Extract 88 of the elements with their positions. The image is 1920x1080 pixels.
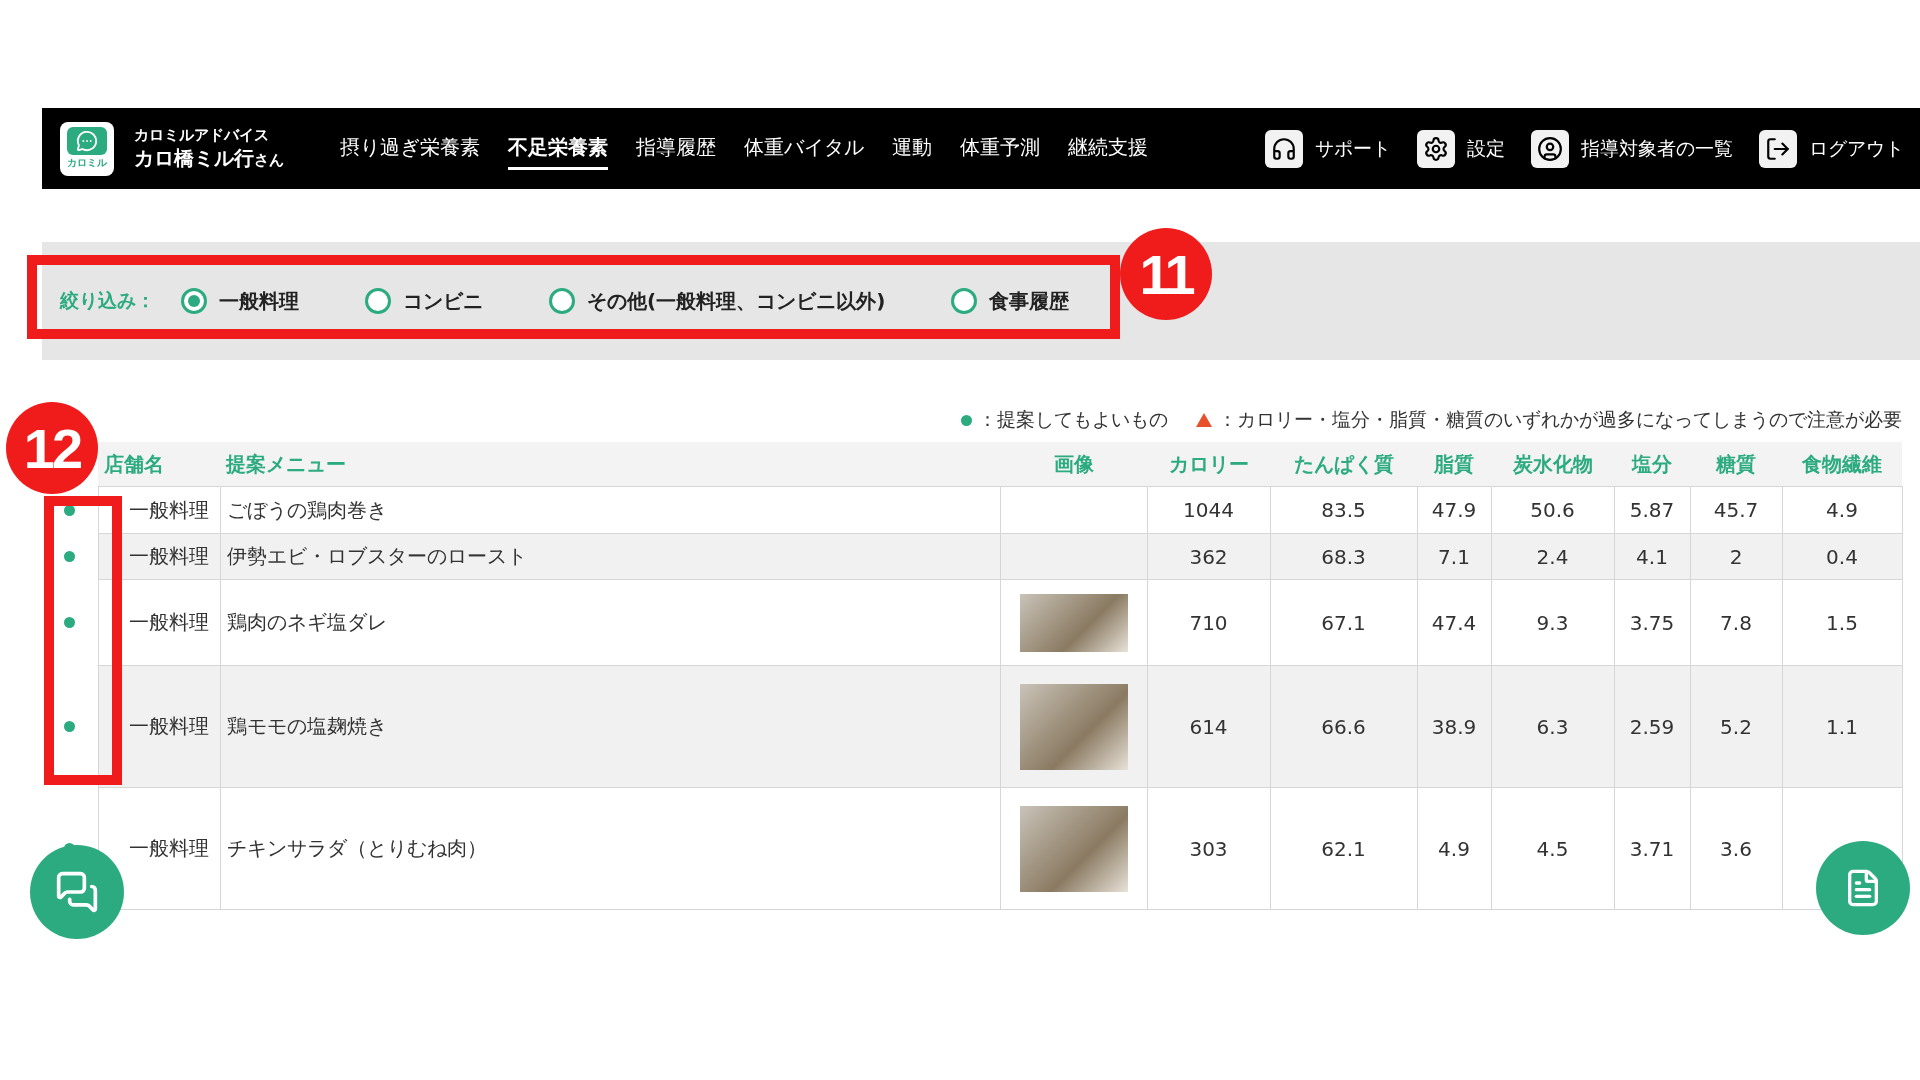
- user-name: カロ橋ミル行: [134, 144, 254, 172]
- radio-button[interactable]: [549, 288, 575, 314]
- table-cell: 710: [1147, 579, 1270, 666]
- table-cell: 一般料理: [98, 665, 220, 788]
- header-link[interactable]: 設定: [1417, 129, 1505, 168]
- table-cell: 一般料理: [98, 486, 220, 534]
- table-cell: 4.1: [1614, 533, 1690, 580]
- nav-tab[interactable]: 継続支援: [1068, 127, 1148, 170]
- step-number: 12: [6, 402, 98, 494]
- table-cell: 1.5: [1782, 579, 1902, 666]
- radio-label[interactable]: 食事履歴: [989, 287, 1070, 315]
- nav-tab[interactable]: 運動: [892, 127, 932, 170]
- column-header: 糖質: [1690, 442, 1782, 487]
- table-cell: 3.71: [1614, 787, 1690, 910]
- suggested-dot-icon: [961, 414, 972, 426]
- header-link[interactable]: 指導対象者の一覧: [1531, 129, 1733, 168]
- column-header: 食物繊維: [1782, 442, 1902, 487]
- table-cell: 5.87: [1614, 486, 1690, 534]
- column-header: 画像: [1000, 442, 1147, 487]
- table-cell: 一般料理: [98, 579, 220, 666]
- table-cell: 62.1: [1270, 787, 1417, 910]
- header-link[interactable]: ログアウト: [1759, 129, 1904, 168]
- table-cell: ごぼうの鶏肉巻き: [220, 486, 1000, 534]
- table-cell: 2: [1690, 533, 1782, 580]
- table-cell: 3.75: [1614, 579, 1690, 666]
- table-cell: 47.9: [1417, 486, 1491, 534]
- radio-button[interactable]: [365, 288, 391, 314]
- user-circle-icon: [1537, 135, 1563, 162]
- user-honorific: さん: [254, 150, 284, 170]
- column-header: カロリー: [1147, 442, 1270, 487]
- table-cell: 303: [1147, 787, 1270, 910]
- table-cell: 5.2: [1690, 665, 1782, 788]
- table-cell: チキンサラダ（とりむね肉）: [220, 787, 1000, 910]
- table-cell: 鶏肉のネギ塩ダレ: [220, 579, 1000, 666]
- settings-icon: [1423, 135, 1449, 162]
- table-cell: 7.8: [1690, 579, 1782, 666]
- table-cell: 7.1: [1417, 533, 1491, 580]
- nav-tab[interactable]: 摂り過ぎ栄養素: [340, 127, 480, 170]
- header-link[interactable]: サポート: [1265, 129, 1391, 168]
- column-header: 炭水化物: [1491, 442, 1614, 487]
- table-cell: 0.4: [1782, 533, 1902, 580]
- column-header: 店舗名: [98, 442, 220, 487]
- warning-triangle-icon: [1196, 413, 1212, 427]
- column-header: たんぱく質: [1270, 442, 1417, 487]
- table-cell: 47.4: [1417, 579, 1491, 666]
- table-cell: 4.9: [1782, 486, 1902, 534]
- table-cell: 9.3: [1491, 579, 1614, 666]
- table-cell: 1.1: [1782, 665, 1902, 788]
- table-cell: 6.3: [1491, 665, 1614, 788]
- chat-bubble-icon: [76, 130, 98, 152]
- nav-tab[interactable]: 体重予測: [960, 127, 1040, 170]
- radio-button[interactable]: [951, 288, 978, 314]
- legend-text: ：カロリー・塩分・脂質・糖質のいずれかが過多になってしまうので注意が必要: [1218, 407, 1902, 432]
- table-cell: 2.4: [1491, 533, 1614, 580]
- radio-label[interactable]: 一般料理: [219, 287, 299, 315]
- nav-tab[interactable]: 体重バイタル: [744, 127, 864, 170]
- radio-label[interactable]: その他(一般料理、コンビニ以外): [587, 287, 886, 315]
- table-cell: 66.6: [1270, 665, 1417, 788]
- radio-button[interactable]: [181, 288, 207, 314]
- table-cell: 4.9: [1417, 787, 1491, 910]
- nav-tab[interactable]: 不足栄養素: [508, 127, 608, 170]
- nav-tab[interactable]: 指導履歴: [636, 127, 716, 170]
- headset-icon: [1271, 135, 1297, 162]
- logo-text: カロミル: [67, 156, 107, 170]
- table-cell: 68.3: [1270, 533, 1417, 580]
- chat-icon: [55, 870, 99, 914]
- table-cell: 3.6: [1690, 787, 1782, 910]
- table-cell: 鶏モモの塩麹焼き: [220, 665, 1000, 788]
- app-name: カロミルアドバイス: [134, 125, 270, 145]
- table-cell: 614: [1147, 665, 1270, 788]
- table-cell: 1044: [1147, 486, 1270, 534]
- table-cell: 伊勢エビ・ロブスターのロースト: [220, 533, 1000, 580]
- table-cell: 4.5: [1491, 787, 1614, 910]
- radio-label[interactable]: コンビニ: [403, 287, 483, 315]
- table-cell: 45.7: [1690, 486, 1782, 534]
- table-cell: 67.1: [1270, 579, 1417, 666]
- column-header: 脂質: [1417, 442, 1491, 487]
- logout-icon: [1765, 135, 1791, 162]
- table-cell: 83.5: [1270, 486, 1417, 534]
- table-cell: 一般料理: [98, 533, 220, 580]
- table-cell: 2.59: [1614, 665, 1690, 788]
- table-cell: 362: [1147, 533, 1270, 580]
- filter-label: 絞り込み：: [60, 288, 155, 313]
- legend-text: ：提案してもよいもの: [978, 407, 1168, 432]
- table-cell: 50.6: [1491, 486, 1614, 534]
- column-header: 塩分: [1614, 442, 1690, 487]
- column-header: 提案メニュー: [220, 442, 1000, 487]
- table-cell: 38.9: [1417, 665, 1491, 788]
